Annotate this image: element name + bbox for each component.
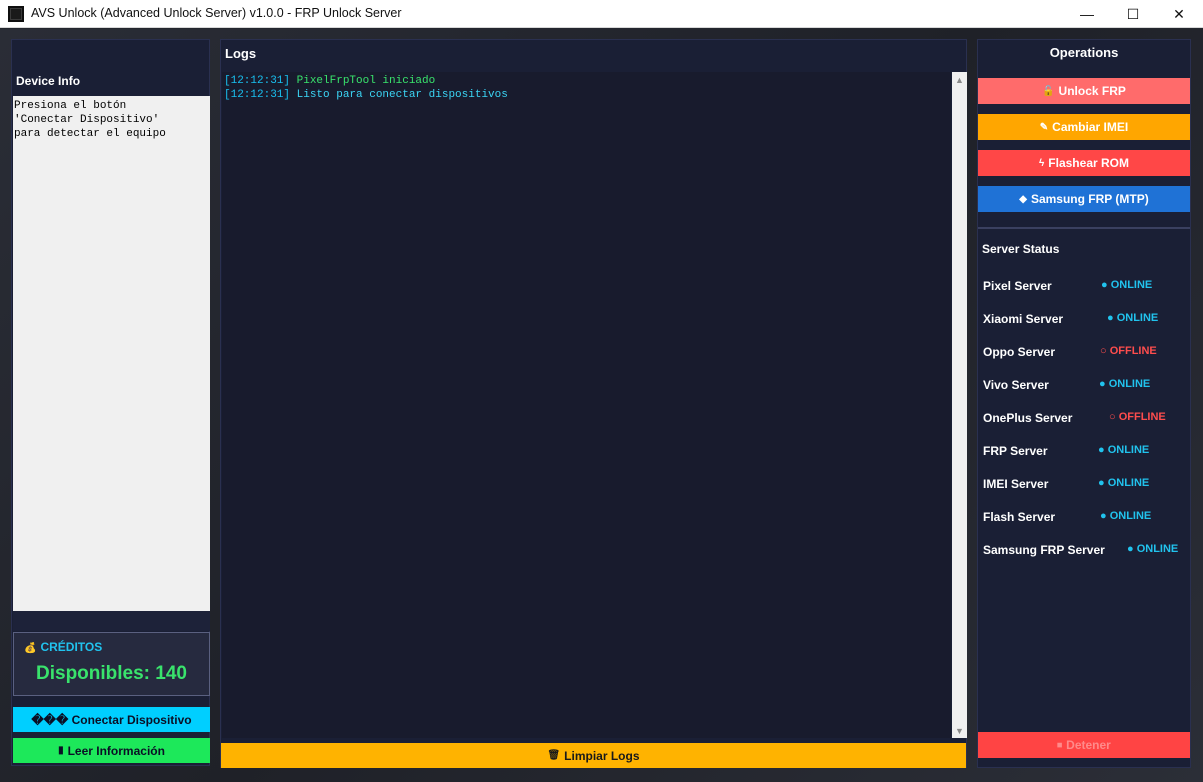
samsung-frp-label: Samsung FRP (MTP) xyxy=(1030,192,1149,206)
lightning-icon: ϟ xyxy=(1039,157,1045,169)
app-icon xyxy=(8,6,24,22)
diamond-icon: ◆ xyxy=(1019,193,1027,205)
operations-title: Operations xyxy=(1049,45,1119,60)
server-row: Xiaomi Server ● ONLINE xyxy=(978,312,1190,330)
server-status: ● ONLINE xyxy=(1100,510,1152,522)
change-imei-button[interactable]: ✎ Cambiar IMEI xyxy=(978,114,1190,140)
change-imei-label: Cambiar IMEI xyxy=(1052,120,1129,134)
server-status: ● ONLINE xyxy=(1107,312,1159,324)
logs-scrollbar[interactable]: ▲ ▼ xyxy=(952,72,967,738)
unlock-frp-label: Unlock FRP xyxy=(1058,84,1126,98)
scroll-down-icon[interactable]: ▼ xyxy=(952,723,967,738)
server-row: Vivo Server ● ONLINE xyxy=(978,378,1190,396)
minimize-button[interactable]: — xyxy=(1064,0,1110,28)
server-row: Pixel Server ● ONLINE xyxy=(978,279,1190,297)
server-name: Flash Server xyxy=(983,510,1056,524)
money-bag-icon: 💰 xyxy=(24,643,37,654)
unlock-frp-button[interactable]: 🔓 Unlock FRP xyxy=(978,78,1190,104)
log-line: [12:12:31] PixelFrpTool iniciado xyxy=(224,74,949,88)
divider xyxy=(978,227,1190,229)
flash-rom-label: Flashear ROM xyxy=(1048,156,1129,170)
logs-title: Logs xyxy=(225,46,257,61)
phone-icon: ▮ xyxy=(58,745,64,756)
samsung-frp-button[interactable]: ◆ Samsung FRP (MTP) xyxy=(978,186,1190,212)
logs-text-area[interactable]: [12:12:31] PixelFrpTool iniciado [12:12:… xyxy=(222,72,951,738)
log-line: [12:12:31] Listo para conectar dispositi… xyxy=(224,88,949,102)
server-row: FRP Server ● ONLINE xyxy=(978,444,1190,462)
operations-panel: Operations 🔓 Unlock FRP ✎ Cambiar IMEI ϟ Fl… xyxy=(977,39,1191,768)
connect-device-button[interactable]: ��� Conectar Dispositivo xyxy=(13,707,210,732)
divider xyxy=(13,611,210,631)
server-status-title: Server Status xyxy=(982,242,1060,256)
clear-logs-button[interactable]: 🗑 Limpiar Logs xyxy=(221,743,966,768)
credits-label: 💰 CRÉDITOS xyxy=(24,640,102,654)
pencil-icon: ✎ xyxy=(1039,121,1049,133)
server-row: Samsung FRP Server ● ONLINE xyxy=(978,543,1190,561)
server-name: Vivo Server xyxy=(983,378,1049,392)
server-status: ○ OFFLINE xyxy=(1109,411,1166,423)
credits-box: 💰 CRÉDITOS Disponibles: 140 xyxy=(13,632,210,696)
server-name: OnePlus Server xyxy=(983,411,1073,425)
server-row: IMEI Server ● ONLINE xyxy=(978,477,1190,495)
title-bar: AVS Unlock (Advanced Unlock Server) v1.0… xyxy=(0,0,1203,28)
unlock-icon: 🔓 xyxy=(1042,85,1055,97)
clear-logs-label: Limpiar Logs xyxy=(564,748,640,763)
stop-icon: ⏹ xyxy=(1057,739,1063,751)
stop-label: Detener xyxy=(1066,738,1111,752)
server-row: Oppo Server ○ OFFLINE xyxy=(978,345,1190,363)
device-info-label: Device Info xyxy=(16,74,81,88)
close-button[interactable]: ✕ xyxy=(1156,0,1202,28)
trash-icon: 🗑 xyxy=(547,750,561,761)
server-name: Xiaomi Server xyxy=(983,312,1064,326)
window-title: AVS Unlock (Advanced Unlock Server) v1.0… xyxy=(31,6,402,20)
server-status: ● ONLINE xyxy=(1099,378,1151,390)
read-info-label: Leer Información xyxy=(67,743,165,758)
server-status: ● ONLINE xyxy=(1098,444,1150,456)
logs-panel: Logs [12:12:31] PixelFrpTool iniciado [1… xyxy=(220,39,967,768)
log-message: PixelFrpTool iniciado xyxy=(290,75,436,87)
server-name: Oppo Server xyxy=(983,345,1056,359)
credits-value: Disponibles: 140 xyxy=(36,663,187,684)
device-panel: Device Info Presiona el botón 'Conectar … xyxy=(11,39,210,766)
server-name: FRP Server xyxy=(983,444,1048,458)
server-status: ● ONLINE xyxy=(1098,477,1150,489)
server-row: Flash Server ● ONLINE xyxy=(978,510,1190,528)
server-name: Samsung FRP Server xyxy=(983,543,1105,557)
stop-button[interactable]: ⏹ Detener xyxy=(978,732,1190,758)
credits-label-text: CRÉDITOS xyxy=(40,640,103,654)
server-row: OnePlus Server ○ OFFLINE xyxy=(978,411,1190,429)
server-name: Pixel Server xyxy=(983,279,1052,293)
server-status: ● ONLINE xyxy=(1101,279,1153,291)
log-timestamp: [12:12:31] xyxy=(224,89,291,102)
log-timestamp: [12:12:31] xyxy=(224,75,291,87)
device-info-text[interactable]: Presiona el botón 'Conectar Dispositivo'… xyxy=(13,96,210,611)
flash-rom-button[interactable]: ϟ Flashear ROM xyxy=(978,150,1190,176)
read-info-button[interactable]: ▮ Leer Información xyxy=(13,738,210,763)
server-name: IMEI Server xyxy=(983,477,1049,491)
log-message: Listo para conectar dispositivos xyxy=(290,89,508,102)
maximize-button[interactable]: ☐ xyxy=(1110,0,1156,28)
scroll-up-icon[interactable]: ▲ xyxy=(952,72,967,87)
server-status: ○ OFFLINE xyxy=(1100,345,1157,357)
server-status: ● ONLINE xyxy=(1127,543,1179,555)
